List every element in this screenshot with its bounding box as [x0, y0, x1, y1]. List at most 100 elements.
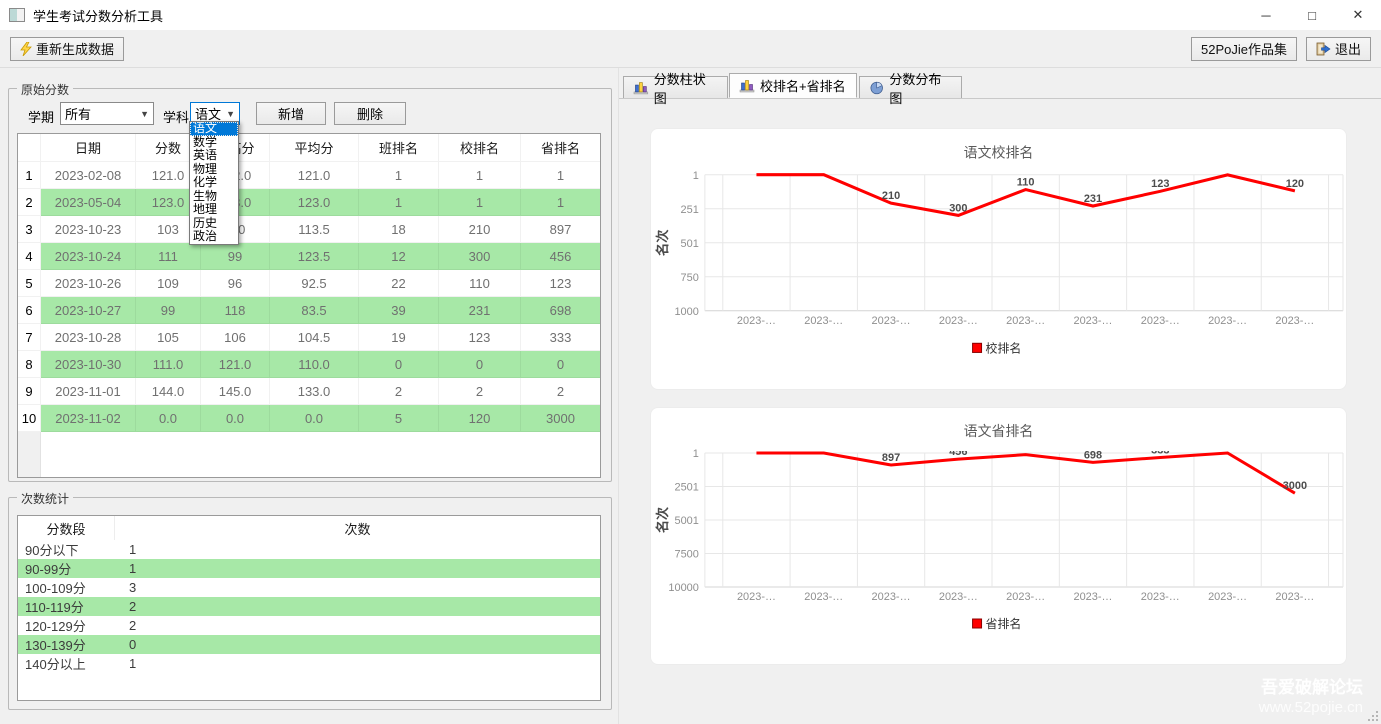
- svg-text:名次: 名次: [654, 229, 670, 256]
- score-table: 日期分数最高分平均分班排名校排名省排名 12023-02-08121.0122.…: [17, 133, 601, 478]
- score-col-header: 班排名: [359, 134, 439, 162]
- close-button[interactable]: ✕: [1335, 0, 1381, 30]
- subject-dropdown-list: 语文 数学 英语 物理 化学 生物 地理 历史 政治: [189, 121, 239, 245]
- table-cell: 456: [521, 243, 600, 270]
- table-cell: 18: [359, 216, 439, 243]
- table-row[interactable]: 6 2023-10-27 99 118 83.5 39 231 698: [18, 297, 600, 324]
- score-table-header: 日期分数最高分平均分班排名校排名省排名: [18, 134, 600, 162]
- stats-row[interactable]: 130-139分 0: [18, 635, 600, 654]
- table-cell: 39: [359, 297, 439, 324]
- subject-option[interactable]: 数学: [190, 135, 238, 150]
- svg-text:2023-…: 2023-…: [1208, 591, 1247, 603]
- table-row[interactable]: 8 2023-10-30 111.0 121.0 110.0 0 0 0: [18, 351, 600, 378]
- semester-label: 学期: [28, 110, 55, 125]
- svg-text:2023-…: 2023-…: [1275, 315, 1314, 327]
- table-cell: 2023-10-30: [41, 351, 136, 378]
- table-cell: 144.0: [136, 378, 201, 405]
- stats-row[interactable]: 110-119分 2: [18, 597, 600, 616]
- stats-col-count: 次数: [344, 521, 371, 537]
- collection-button[interactable]: 52PoJie作品集: [1191, 36, 1297, 61]
- svg-text:校排名: 校排名: [986, 340, 1022, 355]
- table-row[interactable]: 4 2023-10-24 111 99 123.5 12 300 456: [18, 243, 600, 270]
- row-number: 5: [18, 270, 41, 297]
- table-cell: 113.5: [270, 216, 359, 243]
- svg-text:2: 2: [1225, 162, 1231, 174]
- table-row[interactable]: 5 2023-10-26 109 96 92.5 22 110 123: [18, 270, 600, 297]
- delete-button[interactable]: 删除: [334, 102, 406, 125]
- exit-button[interactable]: 退出: [1305, 36, 1371, 61]
- row-number: 3: [18, 216, 41, 243]
- semester-select[interactable]: 所有 ▼: [60, 102, 154, 125]
- table-cell: 104.5: [270, 324, 359, 351]
- table-cell: 123: [521, 270, 600, 297]
- svg-text:123: 123: [1151, 178, 1169, 190]
- table-row[interactable]: 22023-05-04123.0123.0123.0111: [18, 189, 600, 216]
- tab-school-province-rank[interactable]: 校排名+省排名: [729, 73, 857, 98]
- subject-option[interactable]: 历史: [190, 216, 238, 231]
- svg-text:1: 1: [693, 170, 699, 182]
- right-panel: 分数柱状图 校排名+省排名 分数分布图 语文校排名 1 251 501 750 1000 名次 1…: [619, 68, 1381, 724]
- maximize-button[interactable]: □: [1289, 0, 1335, 30]
- table-cell: 133.0: [270, 378, 359, 405]
- table-cell: 1: [359, 162, 439, 189]
- pie-chart-icon: [870, 81, 883, 94]
- table-cell: 1: [521, 189, 600, 216]
- subject-option[interactable]: 英语: [190, 148, 238, 163]
- svg-text:2023-…: 2023-…: [737, 315, 776, 327]
- table-cell: 231: [439, 297, 521, 324]
- svg-text:120: 120: [1286, 178, 1304, 190]
- row-number: 9: [18, 378, 41, 405]
- tab-score-bar-chart[interactable]: 分数柱状图: [623, 72, 728, 106]
- table-row[interactable]: 9 2023-11-01 144.0 145.0 133.0 2 2 2: [18, 378, 600, 405]
- svg-text:2023-…: 2023-…: [1208, 315, 1247, 327]
- table-cell: 3000: [521, 405, 600, 432]
- table-cell: 0: [359, 351, 439, 378]
- svg-text:300: 300: [949, 202, 967, 214]
- svg-text:名次: 名次: [655, 507, 670, 533]
- subject-option[interactable]: 政治: [190, 229, 238, 244]
- exit-door-icon: [1316, 42, 1331, 55]
- table-cell: 111.0: [136, 351, 201, 378]
- table-row[interactable]: 12023-02-08121.0122.0121.0111: [18, 162, 600, 189]
- row-number: 8: [18, 351, 41, 378]
- svg-text:750: 750: [681, 272, 699, 284]
- regenerate-data-button[interactable]: 重新生成数据: [10, 36, 125, 61]
- subject-option[interactable]: 化学: [190, 175, 238, 190]
- subject-option[interactable]: 语文: [190, 121, 238, 136]
- score-col-header: 平均分: [270, 134, 359, 162]
- table-row[interactable]: 10 2023-11-02 0.0 0.0 0.0 5 120 3000: [18, 405, 600, 432]
- tab-score-distribution[interactable]: 分数分布图: [859, 72, 962, 106]
- table-cell: 109: [136, 270, 201, 297]
- raw-scores-group: 原始分数 学期 所有 ▼ 学科 语文 ▼ 新增 删除 日期分数最高分平均分班排名…: [8, 81, 612, 482]
- subject-option[interactable]: 生物: [190, 189, 238, 204]
- stats-row[interactable]: 140分以上 1: [18, 654, 600, 673]
- toolbar: 重新生成数据 52PoJie作品集 退出: [0, 30, 1381, 68]
- stats-row[interactable]: 100-109分 3: [18, 578, 600, 597]
- table-cell: 5: [359, 405, 439, 432]
- minimize-button[interactable]: ─: [1243, 0, 1289, 30]
- table-cell: 2023-10-27: [41, 297, 136, 324]
- table-cell: 897: [521, 216, 600, 243]
- table-cell: 105: [136, 324, 201, 351]
- svg-text:1: 1: [821, 162, 827, 174]
- subject-option[interactable]: 地理: [190, 202, 238, 217]
- table-row[interactable]: 32023-10-23103110113.518210897: [18, 216, 600, 243]
- svg-text:2023-…: 2023-…: [1006, 591, 1045, 603]
- table-row[interactable]: 7 2023-10-28 105 106 104.5 19 123 333: [18, 324, 600, 351]
- title-bar: 学生考试分数分析工具 ─ □ ✕: [0, 0, 1381, 30]
- score-range: 100-109分: [25, 581, 86, 596]
- stats-row[interactable]: 120-129分 2: [18, 616, 600, 635]
- svg-text:1000: 1000: [674, 306, 698, 318]
- stats-row[interactable]: 90-99分 1: [18, 559, 600, 578]
- svg-text:110: 110: [1017, 176, 1035, 188]
- svg-text:2023-…: 2023-…: [1073, 591, 1112, 603]
- stats-row[interactable]: 90分以下 1: [18, 540, 600, 559]
- table-cell: 2: [359, 378, 439, 405]
- table-cell: 99: [136, 297, 201, 324]
- table-cell: 0.0: [270, 405, 359, 432]
- svg-text:语文省排名: 语文省排名: [964, 423, 1034, 439]
- add-button[interactable]: 新增: [256, 102, 326, 125]
- svg-text:2023-…: 2023-…: [939, 315, 978, 327]
- subject-option[interactable]: 物理: [190, 162, 238, 177]
- resize-grip-icon[interactable]: [1376, 719, 1378, 721]
